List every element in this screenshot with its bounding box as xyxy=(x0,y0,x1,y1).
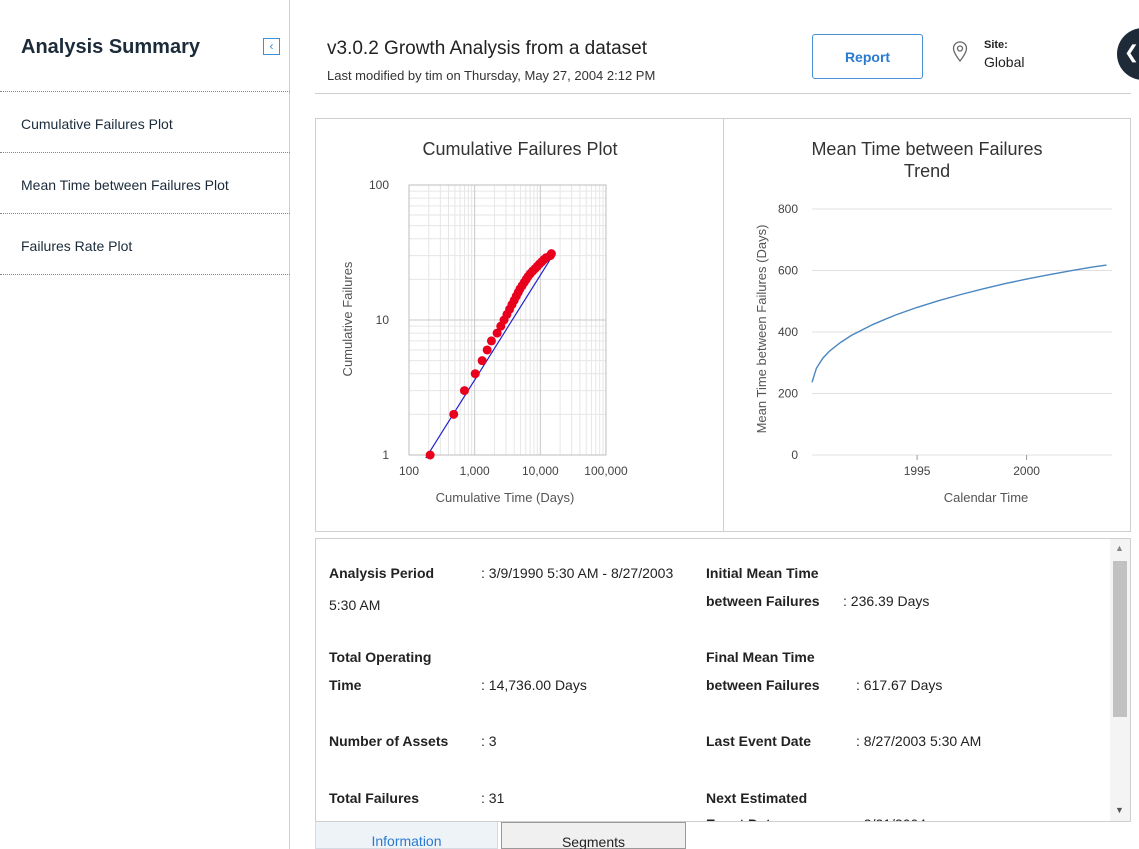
analysis-period-value-cont: 5:30 AM xyxy=(329,597,381,613)
report-button[interactable]: Report xyxy=(812,34,923,79)
data-point xyxy=(546,249,556,259)
final-mtbf-label: Final Mean Time xyxy=(706,649,815,665)
last-modified-text: Last modified by tim on Thursday, May 27… xyxy=(327,68,656,83)
scroll-up-arrow-icon[interactable]: ▲ xyxy=(1115,543,1124,553)
location-pin-icon xyxy=(952,41,968,63)
mtbf-trend-line xyxy=(811,264,1107,383)
sidebar-title: Analysis Summary xyxy=(21,36,200,58)
final-mtbf-value: : 617.67 Days xyxy=(856,677,943,693)
next-event-value: : 3/21/2004 xyxy=(856,810,926,821)
fit-line xyxy=(425,257,552,459)
analysis-period-value: : 3/9/1990 5:30 AM - 8/27/2003 xyxy=(481,565,674,581)
chart1-xlabel: Cumulative Time (Days) xyxy=(436,490,575,505)
data-point xyxy=(470,369,480,379)
chart1-title: Cumulative Failures Plot xyxy=(422,139,617,159)
initial-mtbf-label: Initial Mean Time xyxy=(706,565,819,581)
y-tick-label: 10 xyxy=(376,313,390,327)
mtbf-trend-chart: Mean Time between Failures Trend Calendar… xyxy=(724,119,1130,531)
sidebar-item-failures-rate-plot[interactable]: Failures Rate Plot xyxy=(0,214,290,275)
sidebar-item-cumulative-failures-plot[interactable]: Cumulative Failures Plot xyxy=(0,92,290,153)
x-tick-label: 100 xyxy=(399,464,419,478)
bottom-tabs: Information Segments xyxy=(315,822,1131,849)
cumulative-failures-chart: Cumulative Failures Plot Cumulative Time… xyxy=(316,119,723,531)
data-point xyxy=(486,336,496,346)
collapse-left-icon[interactable]: ‹ xyxy=(263,38,280,55)
info-scrollbar[interactable]: ▲ ▼ xyxy=(1110,539,1130,821)
y-tick-label: 800 xyxy=(778,202,798,216)
y-tick-label: 1 xyxy=(382,448,389,462)
chart2-plot: 0 200 400 600 800 1995 2000 xyxy=(778,202,1112,478)
cumulative-failures-svg: Cumulative Failures Plot Cumulative Time… xyxy=(340,139,628,505)
last-event-label: Last Event Date xyxy=(706,733,812,749)
y-tick-label: 100 xyxy=(369,178,389,192)
chart1-plot: 100 1,000 10,000 100,000 1 10 100 xyxy=(369,178,628,478)
next-event-label-cont: Event Date xyxy=(706,810,778,821)
data-point xyxy=(449,409,459,419)
total-failures-value: : 31 xyxy=(481,790,505,806)
chart2-xlabel: Calendar Time xyxy=(944,490,1029,505)
last-event-value: : 8/27/2003 5:30 AM xyxy=(856,733,982,749)
initial-mtbf-value: : 236.39 Days xyxy=(843,593,930,609)
x-tick-label: 10,000 xyxy=(522,464,559,478)
analysis-period-label: Analysis Period xyxy=(329,565,435,581)
num-assets-value: : 3 xyxy=(481,733,497,749)
charts-panel: Cumulative Failures Plot Cumulative Time… xyxy=(315,118,1131,532)
sidebar-list: Cumulative Failures Plot Mean Time betwe… xyxy=(0,91,290,275)
site-label: Site: xyxy=(984,39,1008,51)
sidebar-item-mtbf-plot[interactable]: Mean Time between Failures Plot xyxy=(0,153,290,214)
data-point xyxy=(425,450,435,460)
page-title: v3.0.2 Growth Analysis from a dataset xyxy=(327,38,647,59)
initial-mtbf-label-cont: between Failures xyxy=(706,593,820,609)
analysis-info-panel: Analysis Period : 3/9/1990 5:30 AM - 8/2… xyxy=(315,538,1131,822)
page-header: v3.0.2 Growth Analysis from a dataset La… xyxy=(315,0,1131,94)
mtbf-trend-svg: Mean Time between Failures Trend Calendar… xyxy=(754,139,1112,505)
data-point xyxy=(459,386,469,396)
scrollbar-thumb[interactable] xyxy=(1113,561,1127,717)
data-point xyxy=(482,345,492,355)
chart1-ylabel: Cumulative Failures xyxy=(340,261,355,376)
chart2-title: Mean Time between Failures Trend xyxy=(811,139,1042,181)
y-tick-label: 0 xyxy=(791,448,798,462)
chart2-ylabel: Mean Time between Failures (Days) xyxy=(754,225,769,434)
total-operating-value: : 14,736.00 Days xyxy=(481,677,587,693)
total-operating-label-cont: Time xyxy=(329,677,362,693)
num-assets-label: Number of Assets xyxy=(329,733,449,749)
x-tick-label: 100,000 xyxy=(584,464,628,478)
total-failures-label: Total Failures xyxy=(329,790,419,806)
y-tick-label: 400 xyxy=(778,325,798,339)
total-operating-label: Total Operating xyxy=(329,649,432,665)
site-value: Global xyxy=(984,54,1025,70)
x-tick-label: 1,000 xyxy=(460,464,490,478)
scroll-down-arrow-icon[interactable]: ▼ xyxy=(1115,805,1124,815)
sidebar: Analysis Summary ‹ Cumulative Failures P… xyxy=(0,0,290,849)
y-tick-label: 600 xyxy=(778,264,798,278)
tab-segments[interactable]: Segments xyxy=(501,822,686,849)
x-tick-label: 2000 xyxy=(1013,464,1040,478)
final-mtbf-label-cont: between Failures xyxy=(706,677,820,693)
tab-information[interactable]: Information xyxy=(315,822,498,849)
next-event-label: Next Estimated xyxy=(706,790,808,806)
y-tick-label: 200 xyxy=(778,387,798,401)
data-point xyxy=(477,356,487,366)
x-tick-label: 1995 xyxy=(904,464,931,478)
